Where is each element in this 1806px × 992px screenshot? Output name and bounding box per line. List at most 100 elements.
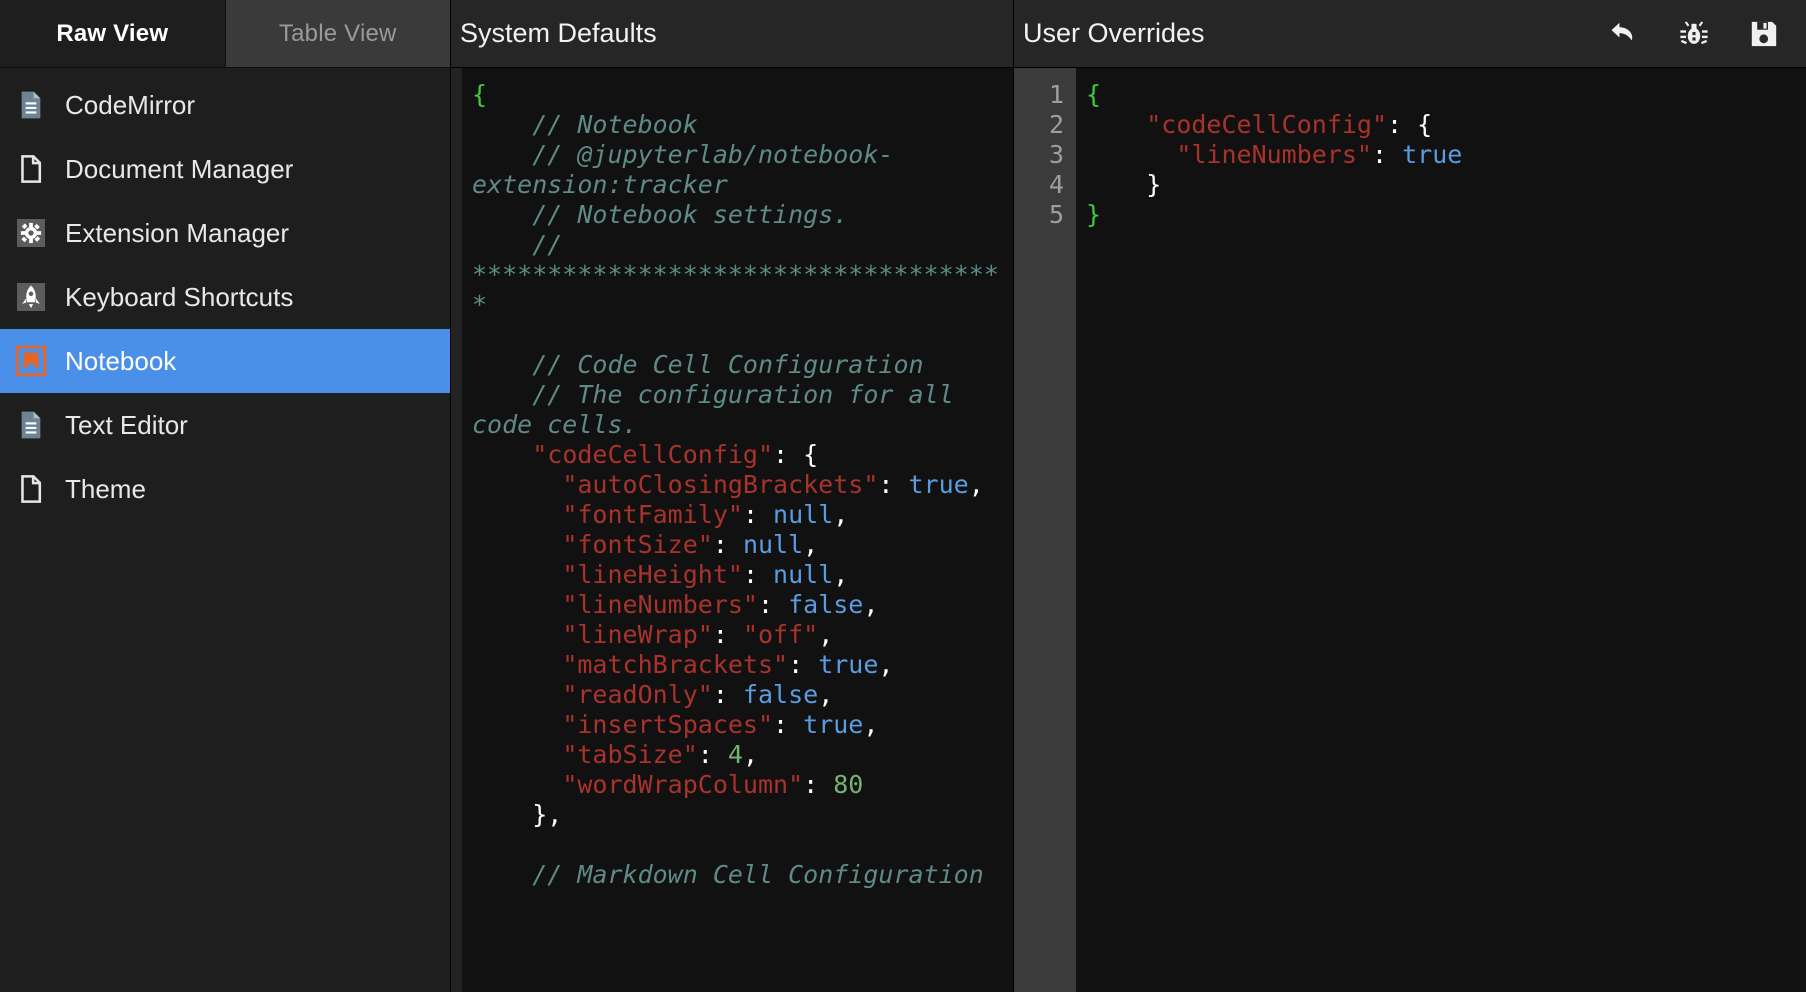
code-line: "lineNumbers": true xyxy=(1086,140,1806,170)
sidebar-item-document-manager[interactable]: Document Manager xyxy=(0,137,450,201)
code-token: : xyxy=(712,530,743,559)
code-token: : xyxy=(803,770,834,799)
code-token: { xyxy=(803,440,819,469)
code-line: "matchBrackets": true, xyxy=(472,650,1013,680)
code-token: true xyxy=(908,470,969,499)
code-token: : xyxy=(788,650,819,679)
gear-icon xyxy=(14,216,48,250)
code-token: // ************************************ xyxy=(472,230,999,319)
code-line: } xyxy=(1086,170,1806,200)
editor-toolbar xyxy=(1604,14,1806,54)
code-line: "codeCellConfig": { xyxy=(472,440,1013,470)
undo-icon xyxy=(1611,22,1633,40)
code-token: "insertSpaces" xyxy=(472,710,774,739)
code-token: { xyxy=(1417,110,1433,139)
code-token: "matchBrackets" xyxy=(472,650,789,679)
sidebar-item-label: Extension Manager xyxy=(65,218,290,248)
code-token: : xyxy=(712,620,743,649)
code-token: null xyxy=(773,500,834,529)
code-token: , xyxy=(833,500,849,529)
code-token: "lineNumbers" xyxy=(1086,140,1372,169)
sidebar-item-label: Notebook xyxy=(65,346,177,376)
code-token: "wordWrapColumn" xyxy=(472,770,804,799)
code-token: : xyxy=(773,710,804,739)
code-token: // Markdown Cell Configuration xyxy=(472,860,984,889)
code-line: // @jupyterlab/notebook-extension:tracke… xyxy=(472,140,1013,200)
line-number: 1 xyxy=(1048,80,1064,109)
code-line: "lineNumbers": false, xyxy=(472,590,1013,620)
settings-editor-app: Raw View Table View CodeMirror Document … xyxy=(0,0,1806,992)
code-token: 4 xyxy=(727,740,743,769)
system-defaults-title: System Defaults xyxy=(460,18,657,48)
system-defaults-body: { // Notebook // @jupyterlab/notebook-ex… xyxy=(451,68,1013,992)
line-number: 4 xyxy=(1048,170,1064,199)
notebook-icon xyxy=(14,344,48,378)
code-token: , xyxy=(878,650,894,679)
sidebar-item-text-editor[interactable]: Text Editor xyxy=(0,393,450,457)
code-line: "fontFamily": null, xyxy=(472,500,1013,530)
code-token: : xyxy=(1371,140,1403,169)
save-icon xyxy=(1751,21,1777,46)
code-line: { xyxy=(472,80,1013,110)
sidebar-item-keyboard-shortcuts[interactable]: Keyboard Shortcuts xyxy=(0,265,450,329)
code-token: "autoClosingBrackets" xyxy=(472,470,879,499)
save-button[interactable] xyxy=(1744,14,1784,54)
code-token: { xyxy=(472,80,488,109)
sidebar-item-label: CodeMirror xyxy=(65,90,196,120)
code-line: { xyxy=(1086,80,1806,110)
debug-button[interactable] xyxy=(1674,14,1714,54)
defaults-scrollbar[interactable] xyxy=(451,68,462,992)
rocket-icon xyxy=(14,280,48,314)
sidebar-item-label: Keyboard Shortcuts xyxy=(65,282,294,312)
code-token: , xyxy=(863,710,879,739)
view-tabbar: Raw View Table View xyxy=(0,0,450,68)
file-lines-icon xyxy=(14,88,48,122)
code-token: "codeCellConfig" xyxy=(1086,110,1388,139)
sidebar-item-extension-manager[interactable]: Extension Manager xyxy=(0,201,450,265)
tab-raw-view[interactable]: Raw View xyxy=(0,0,226,67)
settings-sidebar: Raw View Table View CodeMirror Document … xyxy=(0,0,451,992)
code-line: "lineWrap": "off", xyxy=(472,620,1013,650)
user-overrides-code[interactable]: { "codeCellConfig": { "lineNumbers": tru… xyxy=(1076,68,1806,992)
line-number: 2 xyxy=(1048,110,1064,139)
code-token: , xyxy=(968,470,984,499)
code-token: // The configuration for all code cells. xyxy=(472,380,969,439)
code-token: // Notebook xyxy=(472,110,698,139)
tab-table-view-label: Table View xyxy=(278,19,397,47)
code-token: "fontFamily" xyxy=(472,500,743,529)
revert-button[interactable] xyxy=(1604,14,1644,54)
system-defaults-panel: System Defaults { // Notebook // @jupyte… xyxy=(451,0,1014,992)
code-token: "off" xyxy=(742,620,819,649)
code-token: // Code Cell Configuration xyxy=(472,350,924,379)
code-token: , xyxy=(818,620,834,649)
code-token: null xyxy=(773,560,834,589)
plugin-list: CodeMirror Document Manager Extension Ma… xyxy=(0,68,450,992)
system-defaults-code: { // Notebook // @jupyterlab/notebook-ex… xyxy=(462,68,1013,992)
code-token: : xyxy=(742,500,774,529)
code-token: true xyxy=(818,650,879,679)
code-line: "autoClosingBrackets": true, xyxy=(472,470,1013,500)
code-token: , xyxy=(863,590,879,619)
code-token: "lineNumbers" xyxy=(472,590,758,619)
user-overrides-body: 12345 { "codeCellConfig": { "lineNumbers… xyxy=(1014,68,1806,992)
code-token: 80 xyxy=(833,770,864,799)
code-line: // Code Cell Configuration xyxy=(472,350,1013,380)
system-defaults-header: System Defaults xyxy=(451,0,1013,68)
tab-table-view[interactable]: Table View xyxy=(225,0,450,67)
code-token: // @jupyterlab/notebook-extension:tracke… xyxy=(472,140,894,199)
sidebar-item-codemirror[interactable]: CodeMirror xyxy=(0,73,450,137)
code-token: , xyxy=(742,740,759,769)
code-line: // The configuration for all code cells. xyxy=(472,380,1013,440)
tab-raw-view-label: Raw View xyxy=(56,19,169,47)
user-overrides-header: User Overrides xyxy=(1014,0,1806,68)
line-number-gutter: 12345 xyxy=(1014,68,1076,992)
code-token: , xyxy=(803,530,819,559)
sidebar-item-notebook[interactable]: Notebook xyxy=(0,329,450,393)
code-token: "lineHeight" xyxy=(472,560,743,589)
code-token: : xyxy=(773,440,804,469)
code-token: "tabSize" xyxy=(472,740,698,769)
code-token: true xyxy=(803,710,864,739)
sidebar-item-theme[interactable]: Theme xyxy=(0,457,450,521)
code-token: : xyxy=(1387,110,1418,139)
user-overrides-title: User Overrides xyxy=(1023,18,1205,48)
